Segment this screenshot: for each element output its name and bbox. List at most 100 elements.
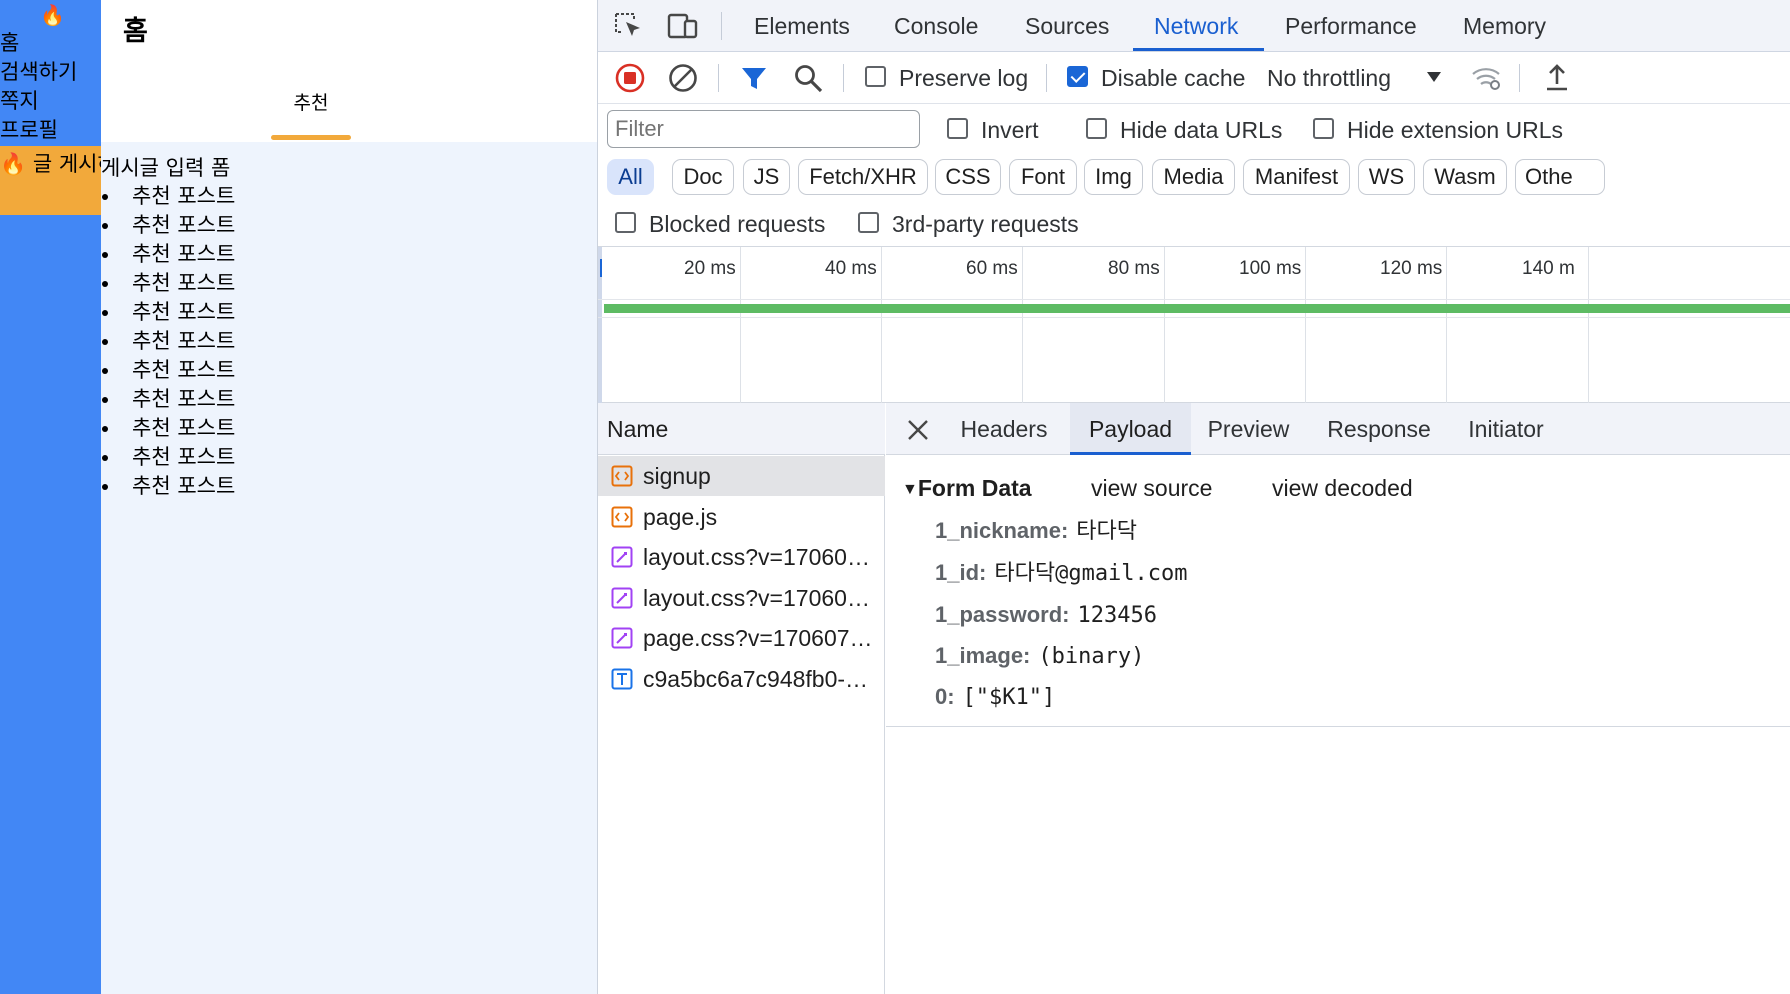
list-item[interactable]: 추천 포스트 xyxy=(101,443,235,472)
stylesheet-icon xyxy=(611,627,633,649)
sidebar-item-search[interactable]: 검색하기 xyxy=(0,58,77,87)
tab-performance[interactable]: Performance xyxy=(1285,11,1417,41)
tab-network[interactable]: Network xyxy=(1154,11,1238,41)
chip-all[interactable]: All xyxy=(607,159,654,195)
request-name: c9a5bc6a7c948fb0-… xyxy=(643,666,869,692)
preserve-log-checkbox[interactable] xyxy=(865,66,886,87)
stop-recording-icon[interactable] xyxy=(614,62,646,94)
list-item[interactable]: 추천 포스트 xyxy=(101,182,235,211)
request-row[interactable]: c9a5bc6a7c948fb0-… xyxy=(598,659,885,699)
tab-headers[interactable]: Headers xyxy=(950,403,1058,455)
request-name: layout.css?v=17060… xyxy=(643,585,870,611)
request-name: page.js xyxy=(643,504,718,530)
close-icon[interactable] xyxy=(904,416,932,444)
network-conditions-icon[interactable] xyxy=(1470,64,1504,92)
form-field-value: (binary) xyxy=(1038,644,1145,669)
inspect-element-icon[interactable] xyxy=(612,10,646,42)
list-item[interactable]: 추천 포스트 xyxy=(101,240,235,269)
chip-img[interactable]: Img xyxy=(1084,159,1143,195)
request-row-signup[interactable]: signup xyxy=(598,456,885,496)
chip-ws[interactable]: WS xyxy=(1358,159,1415,195)
tab-sources[interactable]: Sources xyxy=(1025,11,1109,41)
chip-doc[interactable]: Doc xyxy=(672,159,734,195)
form-field-key: 1_password: xyxy=(935,602,1070,627)
filter-icon[interactable] xyxy=(739,64,769,94)
list-item[interactable]: 추천 포스트 xyxy=(101,298,235,327)
tab-initiator[interactable]: Initiator xyxy=(1456,403,1556,455)
invert-label: Invert xyxy=(981,117,1039,143)
chip-manifest[interactable]: Manifest xyxy=(1243,159,1350,195)
chip-fetch-xhr[interactable]: Fetch/XHR xyxy=(798,159,928,195)
request-filter-row: Blocked requests 3rd-party requests xyxy=(598,200,1790,246)
list-item[interactable]: 추천 포스트 xyxy=(101,327,235,356)
gridline xyxy=(1446,247,1447,404)
sidebar-item-messages[interactable]: 쪽지 xyxy=(0,87,77,116)
form-data-section-toggle[interactable]: ▼Form Data xyxy=(902,473,1032,505)
list-item[interactable]: 추천 포스트 xyxy=(101,414,235,443)
stylesheet-icon xyxy=(611,546,633,568)
chip-css[interactable]: CSS xyxy=(935,159,1001,195)
list-item[interactable]: 추천 포스트 xyxy=(101,385,235,414)
tab-console[interactable]: Console xyxy=(894,11,978,41)
chevron-down-icon[interactable] xyxy=(1426,70,1442,82)
invert-checkbox[interactable] xyxy=(947,118,968,139)
list-item[interactable]: 추천 포스트 xyxy=(101,211,235,240)
list-item[interactable]: 추천 포스트 xyxy=(101,356,235,385)
disable-cache-checkbox[interactable] xyxy=(1067,66,1088,87)
chip-media[interactable]: Media xyxy=(1152,159,1235,195)
timeline-request-bar xyxy=(604,304,1790,313)
tab-preview[interactable]: Preview xyxy=(1197,403,1300,455)
network-toolbar: Preserve log Disable cache No throttling xyxy=(598,52,1790,104)
gridline xyxy=(1164,247,1165,404)
document-icon xyxy=(611,465,633,487)
tab-elements[interactable]: Elements xyxy=(754,11,850,41)
form-field-key: 1_image: xyxy=(935,643,1031,668)
post-form-label: 게시글 입력 폼 xyxy=(101,156,231,180)
third-party-requests-checkbox[interactable] xyxy=(858,212,879,233)
script-icon xyxy=(611,506,633,528)
search-icon[interactable] xyxy=(793,63,825,95)
request-row[interactable]: layout.css?v=17060… xyxy=(598,537,885,577)
list-item[interactable]: 추천 포스트 xyxy=(101,472,235,501)
view-source-button[interactable]: view source xyxy=(1091,473,1212,503)
create-post-button[interactable]: 🔥 글 게시하기 🔥 xyxy=(0,146,101,215)
divider xyxy=(886,726,1790,727)
throttling-select[interactable]: No throttling xyxy=(1267,63,1391,93)
request-detail: Headers Payload Preview Response Initiat… xyxy=(886,403,1790,994)
hide-extension-urls-checkbox[interactable] xyxy=(1313,118,1334,139)
stylesheet-icon xyxy=(611,587,633,609)
filter-input[interactable] xyxy=(607,110,920,148)
timeline-label: 120 ms xyxy=(1380,258,1443,279)
divider xyxy=(1519,64,1520,92)
network-timeline-overview[interactable]: 20 ms 40 ms 60 ms 80 ms 100 ms 120 ms 14… xyxy=(598,246,1790,404)
divider xyxy=(598,317,1790,318)
chip-wasm[interactable]: Wasm xyxy=(1423,159,1507,195)
request-row[interactable]: layout.css?v=17060… xyxy=(598,578,885,618)
hide-data-urls-checkbox[interactable] xyxy=(1086,118,1107,139)
gridline xyxy=(881,247,882,404)
device-toolbar-icon[interactable] xyxy=(666,10,700,42)
fire-icon: 🔥 xyxy=(40,3,65,27)
blocked-requests-checkbox[interactable] xyxy=(615,212,636,233)
form-field: 0: ["$K1"] xyxy=(935,682,1055,714)
chip-font[interactable]: Font xyxy=(1009,159,1077,195)
tab-response[interactable]: Response xyxy=(1314,403,1444,455)
clear-icon[interactable] xyxy=(667,62,699,94)
divider xyxy=(843,64,844,92)
request-row[interactable]: page.js xyxy=(598,497,885,537)
chip-other[interactable]: Othe xyxy=(1515,159,1605,195)
list-item[interactable]: 추천 포스트 xyxy=(101,269,235,298)
upload-icon[interactable] xyxy=(1544,62,1570,94)
tab-payload[interactable]: Payload xyxy=(1070,403,1191,455)
tab-recommended[interactable]: 추천 xyxy=(271,90,351,116)
view-decoded-button[interactable]: view decoded xyxy=(1272,473,1413,503)
tab-memory[interactable]: Memory xyxy=(1463,11,1546,41)
sidebar-item-profile[interactable]: 프로필 xyxy=(0,116,77,145)
request-row[interactable]: page.css?v=170607… xyxy=(598,618,885,658)
create-post-label: 🔥 글 게시하기 🔥 xyxy=(0,152,101,176)
chip-js[interactable]: JS xyxy=(743,159,790,195)
name-column-header[interactable]: Name xyxy=(598,403,885,455)
sidebar-item-home[interactable]: 홈 xyxy=(0,29,77,58)
form-field-value: 타다닥@gmail.com xyxy=(994,561,1188,586)
timeline-start-marker xyxy=(600,259,602,277)
